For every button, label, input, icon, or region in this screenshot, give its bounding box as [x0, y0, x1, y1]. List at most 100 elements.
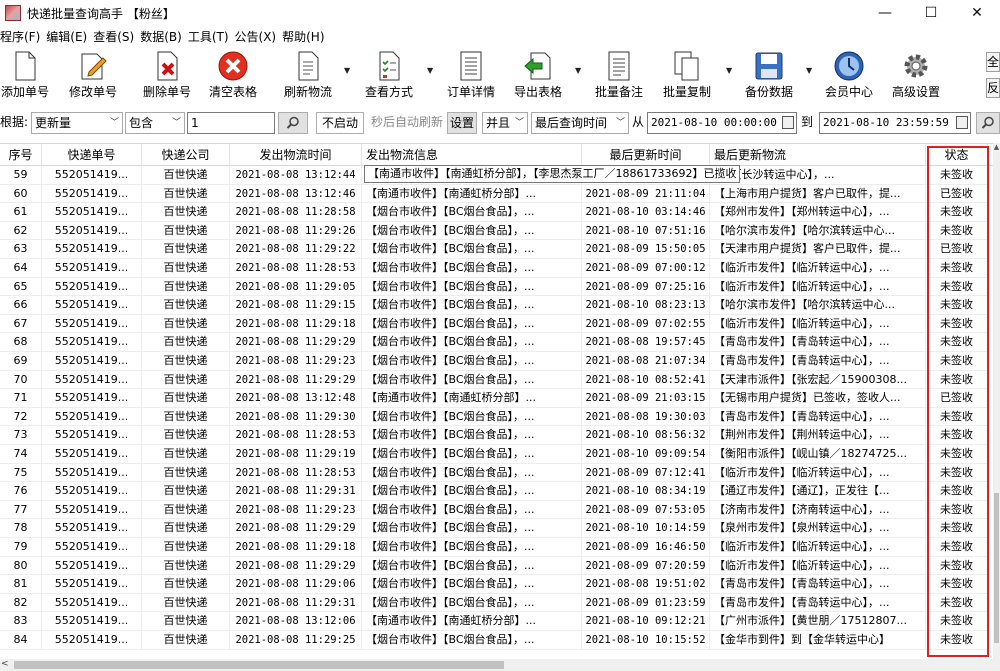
- column-header-status[interactable]: 状态: [926, 144, 988, 166]
- batch-note-button[interactable]: 批量备注: [592, 48, 646, 104]
- column-header-number[interactable]: 序号: [0, 144, 42, 166]
- maximize-button[interactable]: ☐: [908, 0, 954, 26]
- table-row[interactable]: 79 552051419... 百世快递 2021-08-08 11:29:18 【烟台…: [0, 538, 993, 557]
- table-row[interactable]: 69 552051419... 百世快递 2021-08-08 11:29:23 【烟台…: [0, 352, 993, 371]
- edit-number-button[interactable]: 修改单号: [66, 48, 120, 104]
- table-row[interactable]: 60 552051419... 百世快递 2021-08-08 13:12:46 【南通…: [0, 184, 993, 204]
- filter-field-select[interactable]: 更新量 ﹀: [31, 112, 123, 134]
- table-row[interactable]: 73 552051419... 百世快递 2021-08-08 11:28:53 【烟台…: [0, 426, 993, 445]
- cell-sent-time: 2021-08-08 13:12:44: [230, 166, 362, 185]
- refresh-logistics-button[interactable]: 刷新物流: [281, 48, 335, 104]
- view-mode-button[interactable]: 查看方式: [362, 48, 416, 104]
- table-row[interactable]: 84 552051419... 百世快递 2021-08-08 11:29:25 【烟台…: [0, 631, 993, 650]
- cell-tracking: 552051419...: [42, 500, 142, 520]
- select-all-button[interactable]: 全: [986, 52, 1000, 72]
- table-row[interactable]: 62 552051419... 百世快递 2021-08-08 11:29:26 【烟台…: [0, 221, 993, 241]
- cell-number: 78: [0, 519, 42, 538]
- table-row[interactable]: 81 552051419... 百世快递 2021-08-08 11:29:06 【烟台…: [0, 575, 993, 594]
- menu-edit[interactable]: 编辑(E): [44, 28, 91, 45]
- table-row[interactable]: 76 552051419... 百世快递 2021-08-08 11:29:31 【烟台…: [0, 482, 993, 501]
- close-button[interactable]: ✕: [954, 0, 1000, 26]
- view-mode-dropdown-icon[interactable]: ▼: [427, 66, 433, 75]
- logic-select[interactable]: 并且 ﹀: [482, 112, 528, 134]
- cell-company: 百世快递: [142, 166, 230, 185]
- table-row[interactable]: 65 552051419... 百世快递 2021-08-08 11:29:05 【烟台…: [0, 277, 993, 297]
- horizontal-scrollbar[interactable]: <: [0, 659, 1000, 671]
- table-row[interactable]: 64 552051419... 百世快递 2021-08-08 11:28:53 【烟台…: [0, 259, 993, 278]
- cell-status: 未签收: [926, 612, 988, 631]
- table-row[interactable]: 80 552051419... 百世快递 2021-08-08 11:29:29 【烟台…: [0, 556, 993, 576]
- cell-tracking: 552051419...: [42, 482, 142, 501]
- advanced-settings-button[interactable]: 高级设置: [887, 48, 945, 104]
- cell-sent-info: 【南通市收件】【南通虹桥分部】...: [362, 389, 582, 408]
- table-row[interactable]: 74 552051419... 百世快递 2021-08-08 11:29:19 【烟台…: [0, 445, 993, 464]
- table-row[interactable]: 63 552051419... 百世快递 2021-08-08 11:29:22 【烟台…: [0, 240, 993, 259]
- table-row[interactable]: 71 552051419... 百世快递 2021-08-08 13:12:48 【南通…: [0, 389, 993, 408]
- column-header-company[interactable]: 快递公司: [142, 144, 230, 166]
- cell-last-info: 【青岛市发件】【青岛转运中心】，...: [710, 352, 926, 371]
- invert-select-button[interactable]: 反: [986, 78, 1000, 98]
- scroll-left-icon[interactable]: <: [1, 659, 9, 669]
- cell-sent-time: 2021-08-08 11:29:31: [230, 482, 362, 501]
- column-header-last-time[interactable]: 最后更新时间: [582, 144, 710, 166]
- menu-data[interactable]: 数据(B): [138, 28, 186, 45]
- settings-button[interactable]: 设置: [447, 112, 477, 134]
- cell-company: 百世快递: [142, 407, 230, 427]
- filter-value-input[interactable]: 1: [187, 112, 275, 134]
- menu-help[interactable]: 帮助(H): [280, 28, 328, 45]
- scroll-up-icon[interactable]: ▲: [993, 143, 1000, 153]
- batch-copy-button[interactable]: 批量复制: [660, 48, 714, 104]
- checklist-icon: [379, 51, 400, 81]
- time-field-select[interactable]: 最后查询时间 ﹀: [531, 112, 629, 134]
- backup-dropdown-icon[interactable]: ▼: [806, 66, 812, 75]
- to-date-picker[interactable]: 2021-08-10 23:59:59: [819, 112, 971, 134]
- cell-sent-info: 【烟台市收件】【BC烟台食品】，...: [362, 407, 582, 427]
- copy-dropdown-icon[interactable]: ▼: [726, 66, 732, 75]
- from-date-picker[interactable]: 2021-08-10 00:00:00: [647, 112, 797, 134]
- menu-program[interactable]: 程序(F): [0, 28, 44, 45]
- export-dropdown-icon[interactable]: ▼: [575, 66, 581, 75]
- vertical-scrollbar[interactable]: ▲: [993, 143, 1000, 659]
- results-table[interactable]: 序号 快递单号 快递公司 发出物流时间 发出物流信息 最后更新时间 最后更新物流…: [0, 143, 993, 659]
- column-header-sent-time[interactable]: 发出物流时间: [230, 144, 362, 166]
- table-row[interactable]: 72 552051419... 百世快递 2021-08-08 11:29:30 【烟台…: [0, 407, 993, 427]
- add-number-button[interactable]: 添加单号: [0, 48, 50, 104]
- table-row[interactable]: 82 552051419... 百世快递 2021-08-08 11:29:31 【烟台…: [0, 593, 993, 613]
- table-row[interactable]: 78 552051419... 百世快递 2021-08-08 11:29:29 【烟台…: [0, 519, 993, 538]
- gear-icon: [904, 54, 928, 78]
- auto-refresh-toggle-button[interactable]: 不启动: [316, 112, 364, 134]
- cell-number: 66: [0, 296, 42, 315]
- minimize-button[interactable]: —: [862, 0, 908, 26]
- order-detail-button[interactable]: 订单详情: [444, 48, 498, 104]
- vertical-scroll-thumb[interactable]: [994, 493, 999, 643]
- table-row[interactable]: 66 552051419... 百世快递 2021-08-08 11:29:15 【烟台…: [0, 296, 993, 315]
- menu-view[interactable]: 查看(S): [91, 28, 138, 45]
- cell-tracking: 552051419...: [42, 556, 142, 576]
- menu-tools[interactable]: 工具(T): [186, 28, 233, 45]
- cell-sent-info: 【烟台市收件】【BC烟台食品】，...: [362, 445, 582, 464]
- table-row[interactable]: 75 552051419... 百世快递 2021-08-08 11:28:53 【烟台…: [0, 463, 993, 483]
- table-row[interactable]: 83 552051419... 百世快递 2021-08-08 13:12:06 【南通…: [0, 612, 993, 631]
- horizontal-scroll-thumb[interactable]: [14, 661, 504, 669]
- cell-sent-time: 2021-08-08 13:12:46: [230, 184, 362, 204]
- date-search-button[interactable]: [976, 112, 1000, 134]
- column-header-tracking[interactable]: 快递单号: [42, 144, 142, 166]
- table-row[interactable]: 70 552051419... 百世快递 2021-08-08 11:29:29 【烟台…: [0, 370, 993, 390]
- refresh-dropdown-icon[interactable]: ▼: [344, 66, 350, 75]
- table-row[interactable]: 68 552051419... 百世快递 2021-08-08 11:29:29 【烟台…: [0, 333, 993, 352]
- member-center-button[interactable]: 会员中心: [822, 48, 876, 104]
- clear-table-button[interactable]: 清空表格: [206, 48, 260, 104]
- clock-globe-icon: [834, 51, 864, 81]
- delete-number-button[interactable]: 删除单号: [140, 48, 194, 104]
- export-table-button[interactable]: 导出表格: [511, 48, 565, 104]
- table-row[interactable]: 67 552051419... 百世快递 2021-08-08 11:29:18 【烟台…: [0, 314, 993, 334]
- table-row[interactable]: 61 552051419... 百世快递 2021-08-08 11:28:58 【烟台…: [0, 203, 993, 222]
- menu-notice[interactable]: 公告(X): [233, 28, 281, 45]
- filter-match-select[interactable]: 包含 ﹀: [125, 112, 185, 134]
- table-row[interactable]: 77 552051419... 百世快递 2021-08-08 11:29:23 【烟台…: [0, 500, 993, 520]
- column-header-sent-info[interactable]: 发出物流信息: [362, 144, 582, 166]
- backup-data-button[interactable]: 备份数据: [742, 48, 796, 104]
- cell-tracking: 552051419...: [42, 352, 142, 371]
- column-header-last-info[interactable]: 最后更新物流: [710, 144, 926, 166]
- search-button[interactable]: [278, 112, 308, 134]
